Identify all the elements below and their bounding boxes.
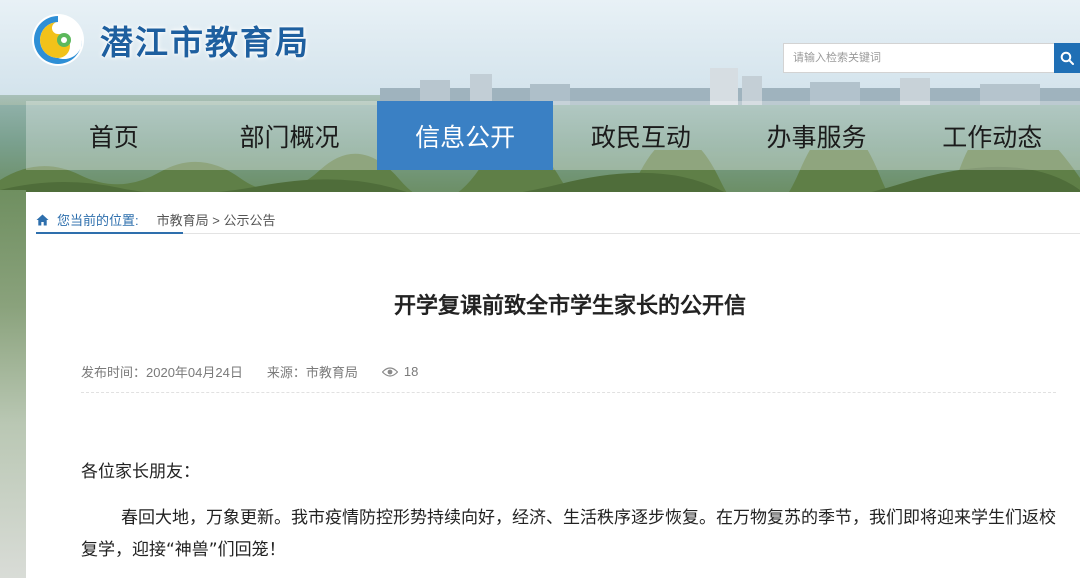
search-box bbox=[783, 43, 1080, 73]
search-button[interactable] bbox=[1054, 43, 1080, 73]
breadcrumb: 您当前的位置: 市教育局 > 公示公告 bbox=[36, 210, 275, 229]
home-icon bbox=[36, 214, 49, 225]
breadcrumb-label: 您当前的位置: bbox=[57, 213, 139, 228]
search-icon bbox=[1060, 51, 1074, 65]
view-count-value: 18 bbox=[403, 364, 419, 379]
content-panel: 您当前的位置: 市教育局 > 公示公告 开学复课前致全市学生家长的公开信 发布时… bbox=[26, 192, 1080, 578]
search-input[interactable] bbox=[783, 43, 1054, 73]
site-logo[interactable]: 潜江市教育局 bbox=[30, 12, 310, 68]
nav-item-info-disclosure[interactable]: 信息公开 bbox=[377, 101, 554, 170]
main-nav: 首页 部门概况 信息公开 政民互动 办事服务 工作动态 bbox=[26, 101, 1080, 170]
article-paragraph: 春回大地，万象更新。我市疫情防控形势持续向好，经济、生活秩序逐步恢复。在万物复苏… bbox=[81, 508, 1056, 560]
swirl-logo-icon bbox=[32, 14, 84, 66]
breadcrumb-divider bbox=[36, 233, 1080, 234]
nav-item-department[interactable]: 部门概况 bbox=[202, 101, 378, 170]
nav-item-services[interactable]: 办事服务 bbox=[729, 101, 905, 170]
nav-item-home[interactable]: 首页 bbox=[26, 101, 202, 170]
breadcrumb-path[interactable]: 市教育局 > 公示公告 bbox=[157, 210, 276, 229]
nav-item-news[interactable]: 工作动态 bbox=[904, 101, 1080, 170]
article-greeting: 各位家长朋友： bbox=[81, 462, 200, 482]
nav-item-interaction[interactable]: 政民互动 bbox=[553, 101, 729, 170]
left-decorative-strip bbox=[0, 190, 26, 578]
article-title: 开学复课前致全市学生家长的公开信 bbox=[393, 294, 746, 319]
eye-icon bbox=[381, 366, 398, 377]
article-meta: 发布时间：2020年04月24日 来源：市教育局 18 bbox=[81, 362, 442, 381]
site-title: 潜江市教育局 bbox=[100, 23, 310, 62]
article-source: 来源：市教育局 bbox=[266, 365, 358, 380]
publish-time: 发布时间：2020年04月24日 bbox=[81, 365, 243, 380]
meta-divider bbox=[81, 392, 1056, 393]
view-count: 18 bbox=[381, 364, 442, 379]
breadcrumb-underline bbox=[36, 232, 183, 234]
